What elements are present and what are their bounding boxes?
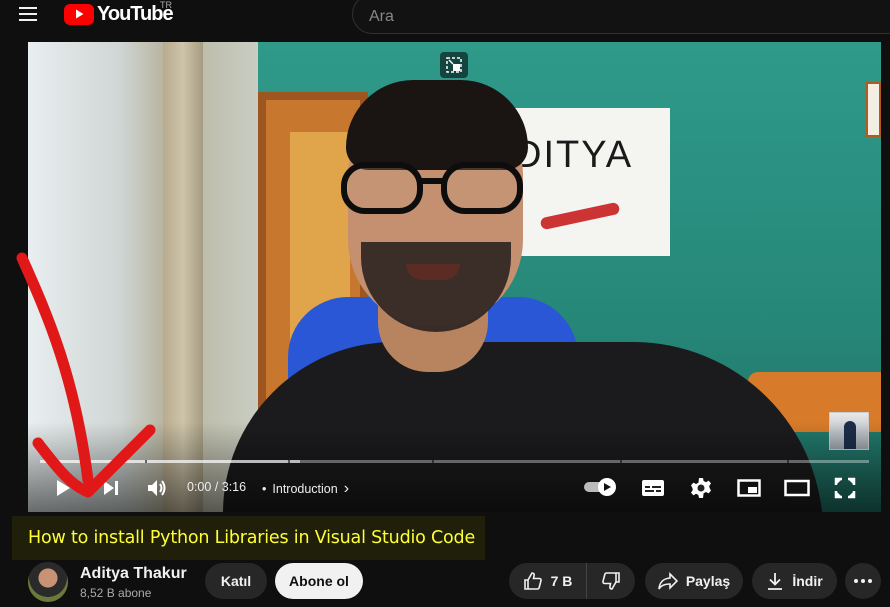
menu-line-icon	[19, 13, 37, 15]
more-actions-button[interactable]	[845, 563, 881, 599]
join-button[interactable]: Katıl	[205, 563, 267, 599]
video-title-container: How to install Python Libraries in Visua…	[12, 516, 486, 560]
subscriber-count: 8,52 B abone	[80, 585, 152, 600]
chapter-button[interactable]: • Introduction ›	[262, 480, 349, 498]
download-label: İndir	[792, 573, 823, 589]
chapter-marker	[620, 460, 622, 463]
chapter-marker	[288, 460, 290, 463]
chapter-marker	[787, 460, 789, 463]
like-count: 7 B	[550, 573, 573, 589]
download-button[interactable]: İndir	[752, 563, 837, 599]
volume-icon	[148, 480, 166, 496]
thumbs-down-icon	[602, 572, 620, 590]
play-logo-icon	[64, 3, 94, 25]
chapter-title: Introduction	[272, 482, 338, 496]
chevron-right-icon: ›	[343, 480, 350, 497]
thumbs-up-icon	[523, 572, 542, 590]
more-horizontal-icon	[854, 579, 872, 583]
share-label: Paylaş	[685, 573, 731, 589]
dislike-button[interactable]	[587, 563, 635, 599]
picture-in-picture-icon	[737, 479, 761, 497]
chapter-marker	[432, 460, 434, 463]
fullscreen-icon	[834, 477, 856, 499]
theater-icon	[784, 479, 810, 497]
channel-name[interactable]: Aditya Thakur	[80, 565, 187, 583]
captions-icon	[642, 480, 664, 496]
mute-button[interactable]	[142, 474, 172, 502]
video-player[interactable]: DITYA 0:00 / 3:16 • Introduction ›	[28, 42, 881, 512]
video-title: How to install Python Libraries in Visua…	[28, 528, 476, 548]
like-dislike-group: 7 B	[509, 563, 635, 599]
toggle-knob	[598, 478, 616, 496]
share-button[interactable]: Paylaş	[645, 563, 743, 599]
download-icon	[768, 573, 783, 590]
gear-icon	[691, 478, 711, 498]
menu-line-icon	[19, 7, 37, 9]
play-small-icon	[604, 483, 611, 491]
miniplayer-button[interactable]	[440, 52, 468, 78]
progress-bar[interactable]	[40, 460, 869, 463]
search-box[interactable]	[352, 0, 890, 34]
time-display: 0:00 / 3:16	[187, 480, 247, 494]
theater-mode-button[interactable]	[782, 474, 812, 502]
hamburger-menu-button[interactable]	[10, 2, 46, 26]
chapter-marker	[145, 460, 147, 463]
subtitles-button[interactable]	[638, 474, 668, 502]
chapter-separator: •	[262, 482, 267, 496]
fullscreen-button[interactable]	[830, 474, 860, 502]
skip-next-icon	[104, 481, 118, 495]
share-icon	[658, 572, 678, 590]
country-code: TR	[160, 0, 172, 10]
youtube-logo[interactable]: YouTube	[64, 2, 174, 26]
menu-line-icon	[19, 19, 37, 21]
buffered-bar	[40, 460, 300, 463]
like-button[interactable]: 7 B	[509, 563, 587, 599]
masthead: YouTube TR	[0, 0, 890, 42]
subscribe-button[interactable]: Abone ol	[275, 563, 363, 599]
miniplayer-toggle-button[interactable]	[734, 474, 764, 502]
settings-button[interactable]	[686, 474, 716, 502]
autoplay-toggle[interactable]	[584, 478, 618, 496]
play-icon	[57, 480, 70, 496]
miniplayer-icon	[446, 57, 462, 73]
channel-owner: Aditya Thakur 8,52 B abone	[28, 562, 187, 602]
search-input[interactable]	[369, 2, 890, 26]
play-button[interactable]	[50, 474, 76, 502]
channel-avatar[interactable]	[28, 562, 68, 602]
next-button[interactable]	[96, 474, 126, 502]
